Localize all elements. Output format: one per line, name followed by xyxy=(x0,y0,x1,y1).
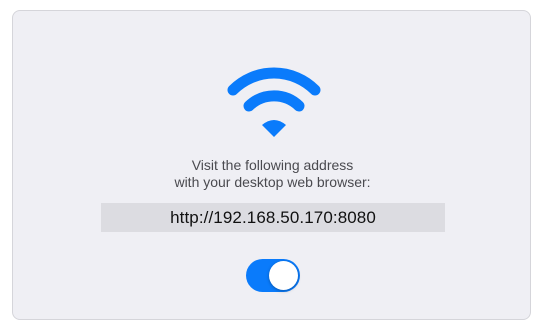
instructions-text: Visit the following address with your de… xyxy=(13,157,532,191)
server-address[interactable]: http://192.168.50.170:8080 xyxy=(101,203,445,232)
instructions-line-1: Visit the following address xyxy=(191,157,354,173)
wifi-transfer-toggle[interactable] xyxy=(246,259,300,292)
wifi-transfer-panel: Visit the following address with your de… xyxy=(12,10,531,320)
toggle-knob xyxy=(269,261,298,290)
wifi-icon xyxy=(227,67,321,137)
instructions-line-2: with your desktop web browser: xyxy=(174,174,371,190)
